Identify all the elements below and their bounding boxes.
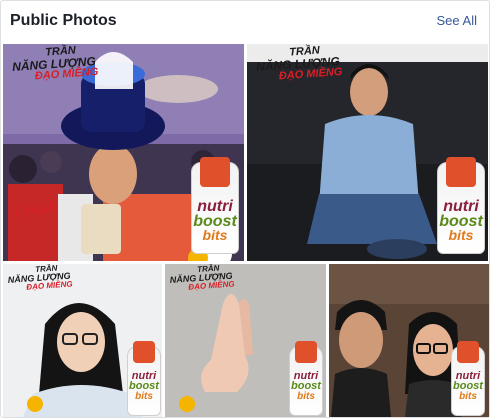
product-bottle-2: nutri boost bits (437, 157, 485, 254)
product-bottle-3: nutri boost bits (127, 341, 161, 416)
bottle-cap (295, 341, 317, 363)
bottle-cap (446, 157, 476, 187)
public-photos-card: Public Photos See All TRẦN NĂNG LƯỢNG ĐẠ… (0, 0, 490, 418)
product-bottle-5: nutri boost bits (451, 341, 485, 416)
photo-1-banner: TRẦN NĂNG LƯỢNG ĐẠO MIỀNG (11, 44, 99, 83)
product-bottle-4: nutri boost bits (289, 341, 323, 416)
photo-3-banner: TRẦN NĂNG LƯỢNG ĐẠO MIỀNG (7, 264, 73, 292)
bottle-cap (200, 157, 230, 187)
card-title: Public Photos (10, 12, 117, 29)
photo-tile-5[interactable]: nutri boost bits (329, 264, 489, 417)
photo-tile-4[interactable]: TRẦN NĂNG LƯỢNG ĐẠO MIỀNG nutri boost bi… (165, 264, 326, 417)
photo-4-banner: TRẦN NĂNG LƯỢNG ĐẠO MIỀNG (169, 264, 235, 292)
photo-2-banner: TRẦN NĂNG LƯỢNG ĐẠO MIỀNG (255, 44, 343, 83)
see-all-link[interactable]: See All (437, 13, 477, 28)
bottle-cap (133, 341, 155, 363)
product-bottle-1: nutri boost bits (191, 157, 239, 254)
card-header: Public Photos See All (1, 1, 489, 41)
photo-tile-3[interactable]: TRẦN NĂNG LƯỢNG ĐẠO MIỀNG nutri boost bi… (3, 264, 162, 417)
photo-tile-1[interactable]: TRẦN NĂNG LƯỢNG ĐẠO MIỀNG Crush nutri bo… (3, 44, 244, 261)
bottle-cap (457, 341, 479, 363)
photo-tile-2[interactable]: TRẦN NĂNG LƯỢNG ĐẠO MIỀNG nutri boost bi… (247, 44, 488, 261)
